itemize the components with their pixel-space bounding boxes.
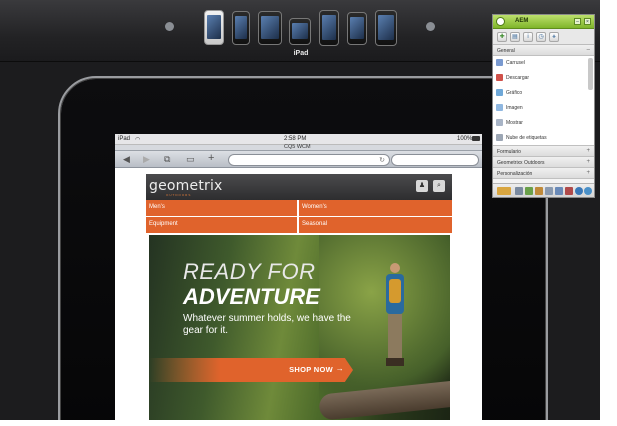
blackberry-icon[interactable]	[375, 10, 397, 46]
selected-device-label: iPad	[293, 50, 309, 57]
preview-mode-icon[interactable]	[515, 187, 523, 195]
nav-prev-dot[interactable]	[165, 22, 174, 31]
copy-icon[interactable]	[555, 187, 563, 195]
nav-next-dot[interactable]	[426, 22, 435, 31]
aem-logo-icon	[496, 17, 505, 26]
expand-icon: +	[586, 148, 590, 154]
component-label: Descargar	[506, 75, 530, 81]
arrow-right-icon: →	[335, 364, 344, 373]
design-mode-icon[interactable]	[525, 187, 533, 195]
sidekick-panel: AEM – × ✚ ▤ i ◷ ⚹ General – Carrusel Des…	[492, 14, 595, 198]
download-icon	[496, 74, 503, 81]
sidekick-titlebar[interactable]: AEM – ×	[493, 15, 594, 29]
section-geometrixx-outdoors[interactable]: Geometrixx Outdoors +	[493, 157, 594, 168]
site-logo[interactable]: geometrix	[149, 178, 223, 194]
hero-subtitle: Whatever summer holds, we have the gear …	[183, 313, 351, 336]
device-screen: iPad ◠ 2:58 PM 100% CQ5 WCM ◀ ▶ ⧉ ▭ + ↻ …	[115, 134, 482, 420]
tablet-icon[interactable]	[258, 11, 282, 45]
component-label: Mostrar	[506, 120, 523, 126]
shop-now-button[interactable]: SHOP NOW →	[149, 358, 353, 382]
component-list: Carrusel Descargar Gráfico Imagen Mostra…	[493, 56, 594, 146]
globe-icon[interactable]	[575, 187, 583, 195]
menu-item-womens[interactable]: Women's	[299, 200, 452, 216]
shop-now-label: SHOP NOW	[289, 365, 333, 374]
site-menu: Men's Women's Equipment Seasonal	[146, 200, 452, 233]
versioning-tab-icon[interactable]: ◷	[536, 32, 546, 42]
sidekick-tabs: ✚ ▤ i ◷ ⚹	[493, 29, 594, 45]
section-general[interactable]: General –	[493, 45, 594, 56]
component-label: Nube de etiquetas	[506, 135, 547, 141]
wifi-icon: ◠	[135, 137, 141, 143]
section-formulario-label: Formulario	[497, 149, 521, 155]
image-icon	[496, 104, 503, 111]
menu-item-mens[interactable]: Men's	[146, 200, 297, 216]
tabs-icon[interactable]: ⧉	[164, 155, 170, 164]
android-phone-icon[interactable]	[204, 10, 224, 45]
status-carrier: iPad	[118, 136, 131, 142]
page-properties-icon[interactable]	[545, 187, 553, 195]
browser-toolbar: ◀ ▶ ⧉ ▭ + ↻	[115, 151, 482, 168]
section-personalizacion-label: Personalización	[497, 171, 533, 177]
component-nube-de-etiquetas[interactable]: Nube de etiquetas	[493, 131, 594, 145]
carousel-icon	[496, 59, 503, 66]
site-logo-sub: OUTDOORS	[166, 193, 192, 197]
hero-headline-1: READY FOR	[183, 259, 316, 284]
workflow-tab-icon[interactable]: ⚹	[549, 32, 559, 42]
forward-icon[interactable]: ▶	[143, 155, 150, 164]
address-field[interactable]: ↻	[228, 154, 390, 166]
component-descargar[interactable]: Descargar	[493, 71, 594, 86]
minimize-icon[interactable]: –	[574, 18, 581, 25]
hero-banner: READY FOR ADVENTURE Whatever summer hold…	[149, 235, 450, 420]
hero-headline-2: ADVENTURE	[183, 284, 320, 309]
site-header: geometrix OUTDOORS ♟ ⌕	[146, 174, 452, 200]
component-label: Carrusel	[506, 60, 525, 66]
hero-hiker-image	[384, 263, 406, 381]
sidekick-footer-toolbar	[493, 183, 594, 197]
account-icon[interactable]: ♟	[416, 180, 428, 192]
phone-icon[interactable]	[347, 12, 367, 45]
ipad-icon[interactable]	[289, 18, 311, 45]
browser-title: CQ5 WCM	[284, 144, 311, 150]
delete-icon[interactable]	[565, 187, 573, 195]
component-carrusel[interactable]: Carrusel	[493, 56, 594, 71]
component-mostrar[interactable]: Mostrar	[493, 116, 594, 131]
back-icon[interactable]: ◀	[123, 155, 130, 164]
section-geometrixx-outdoors-label: Geometrixx Outdoors	[497, 160, 545, 166]
iphone-icon[interactable]	[319, 10, 339, 46]
chart-icon	[496, 89, 503, 96]
sidekick-title: AEM	[515, 18, 529, 24]
browser-search-field[interactable]	[391, 154, 479, 166]
search-icon[interactable]: ⌕	[433, 180, 445, 192]
section-personalizacion[interactable]: Personalización +	[493, 168, 594, 179]
bookmarks-icon[interactable]: ▭	[186, 155, 195, 164]
display-icon	[496, 119, 503, 126]
add-icon[interactable]: +	[208, 153, 214, 164]
expand-icon: +	[586, 159, 590, 165]
expand-icon: +	[586, 170, 590, 176]
info-tab-icon[interactable]: i	[523, 32, 533, 42]
phone-icon[interactable]	[232, 11, 250, 45]
ruler-icon[interactable]	[535, 187, 543, 195]
section-general-label: General	[497, 48, 515, 54]
components-tab-icon[interactable]: ✚	[497, 32, 507, 42]
status-battery: 100%	[457, 136, 473, 142]
menu-item-seasonal[interactable]: Seasonal	[299, 217, 452, 233]
collapse-icon: –	[586, 47, 590, 53]
tag-cloud-icon	[496, 134, 503, 141]
status-time: 2:58 PM	[284, 136, 307, 142]
component-imagen[interactable]: Imagen	[493, 101, 594, 116]
component-label: Gráfico	[506, 90, 523, 96]
edit-mode-icon[interactable]	[497, 187, 511, 195]
component-label: Imagen	[506, 105, 523, 111]
section-formulario[interactable]: Formulario +	[493, 146, 594, 157]
component-grafico[interactable]: Gráfico	[493, 86, 594, 101]
close-icon[interactable]: ×	[584, 18, 591, 25]
page-tab-icon[interactable]: ▤	[510, 32, 520, 42]
refresh-icon[interactable]	[584, 187, 592, 195]
battery-icon	[472, 136, 480, 141]
reload-icon[interactable]: ↻	[379, 156, 385, 164]
menu-item-equipment[interactable]: Equipment	[146, 217, 297, 233]
website: geometrix OUTDOORS ♟ ⌕ Men's Women's Equ…	[146, 174, 452, 420]
